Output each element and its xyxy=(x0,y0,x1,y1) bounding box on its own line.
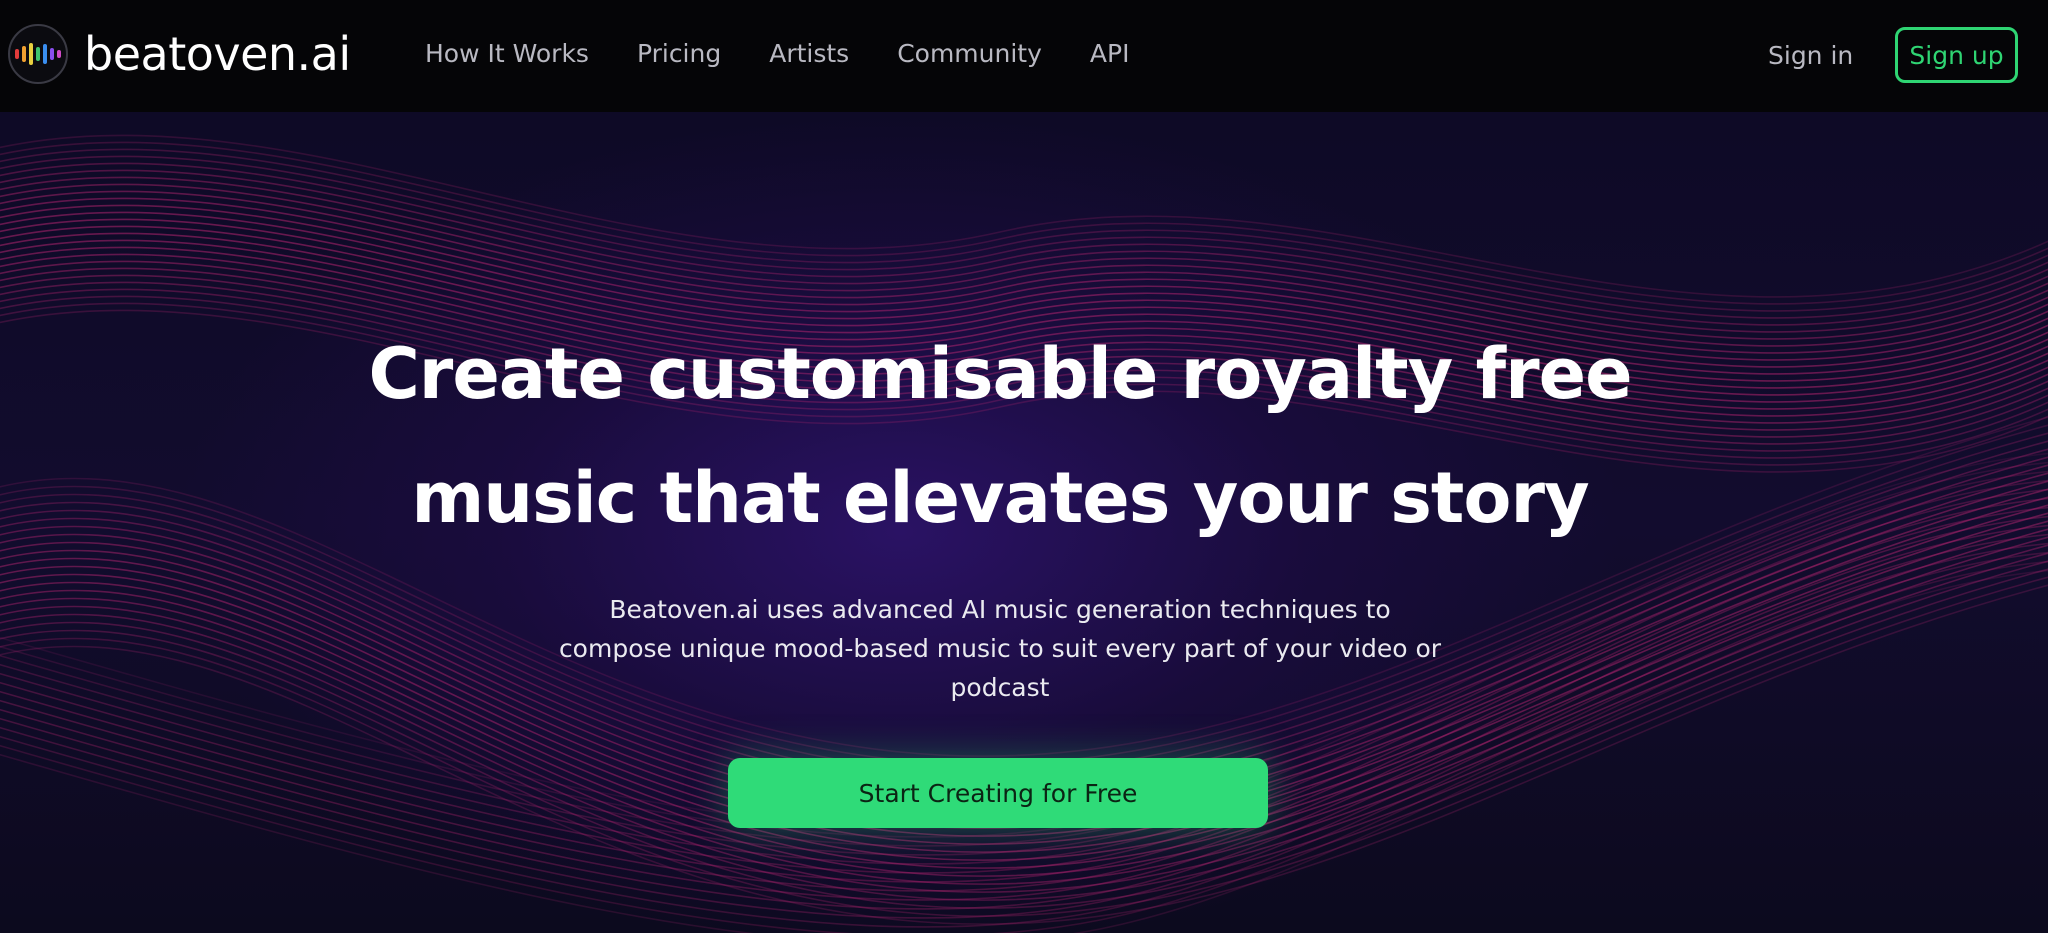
description-line-3: podcast xyxy=(950,673,1050,702)
wave-line xyxy=(0,162,2048,326)
top-navigation: beatoven.ai How It Works Pricing Artists… xyxy=(0,0,2048,112)
nav-link-pricing[interactable]: Pricing xyxy=(637,34,721,74)
nav-link-artists[interactable]: Artists xyxy=(769,34,849,74)
nav-link-how-it-works[interactable]: How It Works xyxy=(425,34,589,74)
wave-line xyxy=(0,169,2048,333)
wave-line xyxy=(0,155,2048,319)
start-creating-button[interactable]: Start Creating for Free xyxy=(728,758,1268,828)
logo-bar xyxy=(57,50,61,58)
hero-headline: Create customisable royalty free music t… xyxy=(0,312,2000,560)
sign-in-link[interactable]: Sign in xyxy=(1768,36,1853,76)
nav-link-community[interactable]: Community xyxy=(897,34,1042,74)
headline-line-2: music that elevates your story xyxy=(411,457,1589,539)
equalizer-logo-icon xyxy=(8,24,68,84)
logo-bar xyxy=(50,48,54,60)
sign-up-button[interactable]: Sign up xyxy=(1895,27,2018,83)
wave-line xyxy=(0,134,2048,298)
brand-name: beatoven.ai xyxy=(84,27,351,81)
description-line-1: Beatoven.ai uses advanced AI music gener… xyxy=(609,595,1391,624)
logo-bar xyxy=(43,44,47,64)
logo-bar xyxy=(15,49,19,59)
headline-line-1: Create customisable royalty free xyxy=(368,333,1632,415)
logo-bar xyxy=(29,43,33,65)
logo-bar xyxy=(22,46,26,62)
wave-line xyxy=(0,148,2048,312)
hero-description: Beatoven.ai uses advanced AI music gener… xyxy=(0,590,2000,707)
brand-logo[interactable]: beatoven.ai xyxy=(8,24,351,84)
description-line-2: compose unique mood-based music to suit … xyxy=(558,634,1442,663)
logo-bar xyxy=(36,47,40,61)
nav-link-api[interactable]: API xyxy=(1090,34,1130,74)
nav-links: How It Works Pricing Artists Community A… xyxy=(425,34,1177,74)
wave-line xyxy=(0,141,2048,305)
hero-section: Create customisable royalty free music t… xyxy=(0,112,2048,933)
